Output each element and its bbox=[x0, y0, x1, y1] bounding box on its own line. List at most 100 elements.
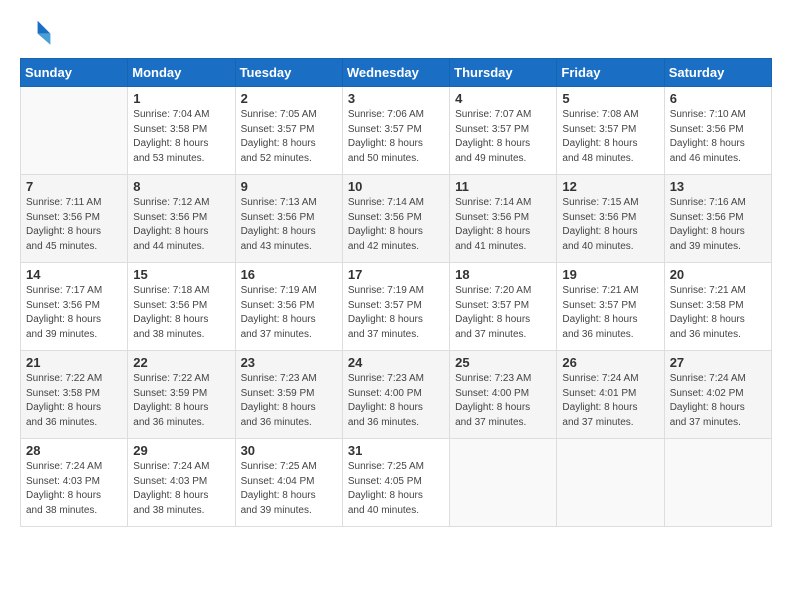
day-number: 11 bbox=[455, 179, 551, 194]
day-number: 17 bbox=[348, 267, 444, 282]
calendar-cell: 1 Sunrise: 7:04 AM Sunset: 3:58 PM Daylig… bbox=[128, 87, 235, 175]
calendar-cell: 26 Sunrise: 7:24 AM Sunset: 4:01 PM Dayli… bbox=[557, 351, 664, 439]
calendar-cell: 23 Sunrise: 7:23 AM Sunset: 3:59 PM Dayli… bbox=[235, 351, 342, 439]
calendar-cell: 9 Sunrise: 7:13 AM Sunset: 3:56 PM Daylig… bbox=[235, 175, 342, 263]
weekday-header-wednesday: Wednesday bbox=[342, 59, 449, 87]
weekday-header-monday: Monday bbox=[128, 59, 235, 87]
day-info: Sunrise: 7:21 AM Sunset: 3:57 PM Dayligh… bbox=[562, 284, 658, 342]
day-number: 8 bbox=[133, 179, 229, 194]
day-info: Sunrise: 7:16 AM Sunset: 3:56 PM Dayligh… bbox=[670, 196, 766, 254]
day-info: Sunrise: 7:25 AM Sunset: 4:05 PM Dayligh… bbox=[348, 460, 444, 518]
day-number: 28 bbox=[26, 443, 122, 458]
day-info: Sunrise: 7:25 AM Sunset: 4:04 PM Dayligh… bbox=[241, 460, 337, 518]
day-info: Sunrise: 7:19 AM Sunset: 3:57 PM Dayligh… bbox=[348, 284, 444, 342]
day-number: 10 bbox=[348, 179, 444, 194]
day-number: 23 bbox=[241, 355, 337, 370]
calendar-cell: 28 Sunrise: 7:24 AM Sunset: 4:03 PM Dayli… bbox=[21, 439, 128, 527]
day-info: Sunrise: 7:18 AM Sunset: 3:56 PM Dayligh… bbox=[133, 284, 229, 342]
calendar-cell bbox=[557, 439, 664, 527]
day-info: Sunrise: 7:24 AM Sunset: 4:03 PM Dayligh… bbox=[26, 460, 122, 518]
day-number: 27 bbox=[670, 355, 766, 370]
calendar-cell: 10 Sunrise: 7:14 AM Sunset: 3:56 PM Dayli… bbox=[342, 175, 449, 263]
day-number: 31 bbox=[348, 443, 444, 458]
calendar-cell: 11 Sunrise: 7:14 AM Sunset: 3:56 PM Dayli… bbox=[450, 175, 557, 263]
day-info: Sunrise: 7:13 AM Sunset: 3:56 PM Dayligh… bbox=[241, 196, 337, 254]
calendar-cell: 19 Sunrise: 7:21 AM Sunset: 3:57 PM Dayli… bbox=[557, 263, 664, 351]
day-info: Sunrise: 7:05 AM Sunset: 3:57 PM Dayligh… bbox=[241, 108, 337, 166]
day-info: Sunrise: 7:14 AM Sunset: 3:56 PM Dayligh… bbox=[348, 196, 444, 254]
day-info: Sunrise: 7:07 AM Sunset: 3:57 PM Dayligh… bbox=[455, 108, 551, 166]
day-number: 3 bbox=[348, 91, 444, 106]
calendar-cell: 31 Sunrise: 7:25 AM Sunset: 4:05 PM Dayli… bbox=[342, 439, 449, 527]
day-info: Sunrise: 7:23 AM Sunset: 4:00 PM Dayligh… bbox=[455, 372, 551, 430]
day-info: Sunrise: 7:24 AM Sunset: 4:03 PM Dayligh… bbox=[133, 460, 229, 518]
day-info: Sunrise: 7:20 AM Sunset: 3:57 PM Dayligh… bbox=[455, 284, 551, 342]
day-info: Sunrise: 7:06 AM Sunset: 3:57 PM Dayligh… bbox=[348, 108, 444, 166]
day-info: Sunrise: 7:08 AM Sunset: 3:57 PM Dayligh… bbox=[562, 108, 658, 166]
calendar-cell: 3 Sunrise: 7:06 AM Sunset: 3:57 PM Daylig… bbox=[342, 87, 449, 175]
day-info: Sunrise: 7:24 AM Sunset: 4:01 PM Dayligh… bbox=[562, 372, 658, 430]
day-info: Sunrise: 7:14 AM Sunset: 3:56 PM Dayligh… bbox=[455, 196, 551, 254]
calendar-cell: 15 Sunrise: 7:18 AM Sunset: 3:56 PM Dayli… bbox=[128, 263, 235, 351]
day-number: 30 bbox=[241, 443, 337, 458]
day-info: Sunrise: 7:23 AM Sunset: 3:59 PM Dayligh… bbox=[241, 372, 337, 430]
day-info: Sunrise: 7:11 AM Sunset: 3:56 PM Dayligh… bbox=[26, 196, 122, 254]
day-info: Sunrise: 7:22 AM Sunset: 3:59 PM Dayligh… bbox=[133, 372, 229, 430]
calendar-cell: 16Sunrise: 7:19 AM Sunset: 3:56 PM Dayli… bbox=[235, 263, 342, 351]
calendar-cell: 8 Sunrise: 7:12 AM Sunset: 3:56 PM Daylig… bbox=[128, 175, 235, 263]
calendar-cell: 17 Sunrise: 7:19 AM Sunset: 3:57 PM Dayli… bbox=[342, 263, 449, 351]
day-number: 21 bbox=[26, 355, 122, 370]
day-info: Sunrise: 7:22 AM Sunset: 3:58 PM Dayligh… bbox=[26, 372, 122, 430]
calendar-cell: 12Sunrise: 7:15 AM Sunset: 3:56 PM Dayli… bbox=[557, 175, 664, 263]
day-number: 15 bbox=[133, 267, 229, 282]
day-number: 20 bbox=[670, 267, 766, 282]
day-number: 29 bbox=[133, 443, 229, 458]
calendar-cell: 30 Sunrise: 7:25 AM Sunset: 4:04 PM Dayli… bbox=[235, 439, 342, 527]
calendar-cell: 25 Sunrise: 7:23 AM Sunset: 4:00 PM Dayli… bbox=[450, 351, 557, 439]
calendar-week-row: 21 Sunrise: 7:22 AM Sunset: 3:58 PM Dayli… bbox=[21, 351, 772, 439]
calendar-cell: 22 Sunrise: 7:22 AM Sunset: 3:59 PM Dayli… bbox=[128, 351, 235, 439]
day-number: 26 bbox=[562, 355, 658, 370]
day-info: Sunrise: 7:10 AM Sunset: 3:56 PM Dayligh… bbox=[670, 108, 766, 166]
day-info: Sunrise: 7:04 AM Sunset: 3:58 PM Dayligh… bbox=[133, 108, 229, 166]
day-number: 19 bbox=[562, 267, 658, 282]
weekday-header-saturday: Saturday bbox=[664, 59, 771, 87]
calendar-week-row: 1 Sunrise: 7:04 AM Sunset: 3:58 PM Daylig… bbox=[21, 87, 772, 175]
weekday-header-sunday: Sunday bbox=[21, 59, 128, 87]
day-number: 13 bbox=[670, 179, 766, 194]
day-number: 22 bbox=[133, 355, 229, 370]
calendar-cell: 5Sunrise: 7:08 AM Sunset: 3:57 PM Daylig… bbox=[557, 87, 664, 175]
calendar-cell: 21 Sunrise: 7:22 AM Sunset: 3:58 PM Dayli… bbox=[21, 351, 128, 439]
weekday-header-friday: Friday bbox=[557, 59, 664, 87]
logo-icon bbox=[20, 16, 52, 48]
calendar-cell bbox=[450, 439, 557, 527]
day-number: 25 bbox=[455, 355, 551, 370]
weekday-header-tuesday: Tuesday bbox=[235, 59, 342, 87]
day-number: 14 bbox=[26, 267, 122, 282]
day-info: Sunrise: 7:12 AM Sunset: 3:56 PM Dayligh… bbox=[133, 196, 229, 254]
day-info: Sunrise: 7:17 AM Sunset: 3:56 PM Dayligh… bbox=[26, 284, 122, 342]
calendar-cell: 27Sunrise: 7:24 AM Sunset: 4:02 PM Dayli… bbox=[664, 351, 771, 439]
calendar-cell bbox=[21, 87, 128, 175]
calendar-cell: 14 Sunrise: 7:17 AM Sunset: 3:56 PM Dayli… bbox=[21, 263, 128, 351]
day-number: 6 bbox=[670, 91, 766, 106]
page: SundayMondayTuesdayWednesdayThursdayFrid… bbox=[0, 0, 792, 612]
day-info: Sunrise: 7:21 AM Sunset: 3:58 PM Dayligh… bbox=[670, 284, 766, 342]
day-number: 9 bbox=[241, 179, 337, 194]
day-number: 24 bbox=[348, 355, 444, 370]
day-number: 16 bbox=[241, 267, 337, 282]
calendar-cell: 6 Sunrise: 7:10 AM Sunset: 3:56 PM Daylig… bbox=[664, 87, 771, 175]
calendar-cell: 4Sunrise: 7:07 AM Sunset: 3:57 PM Daylig… bbox=[450, 87, 557, 175]
calendar-cell bbox=[664, 439, 771, 527]
calendar-cell: 7 Sunrise: 7:11 AM Sunset: 3:56 PM Daylig… bbox=[21, 175, 128, 263]
day-number: 12 bbox=[562, 179, 658, 194]
calendar-week-row: 28 Sunrise: 7:24 AM Sunset: 4:03 PM Dayli… bbox=[21, 439, 772, 527]
day-number: 2 bbox=[241, 91, 337, 106]
day-number: 7 bbox=[26, 179, 122, 194]
day-info: Sunrise: 7:23 AM Sunset: 4:00 PM Dayligh… bbox=[348, 372, 444, 430]
calendar-cell: 18Sunrise: 7:20 AM Sunset: 3:57 PM Dayli… bbox=[450, 263, 557, 351]
calendar-cell: 24 Sunrise: 7:23 AM Sunset: 4:00 PM Dayli… bbox=[342, 351, 449, 439]
day-number: 1 bbox=[133, 91, 229, 106]
calendar-cell: 29 Sunrise: 7:24 AM Sunset: 4:03 PM Dayli… bbox=[128, 439, 235, 527]
calendar-cell: 13 Sunrise: 7:16 AM Sunset: 3:56 PM Dayli… bbox=[664, 175, 771, 263]
